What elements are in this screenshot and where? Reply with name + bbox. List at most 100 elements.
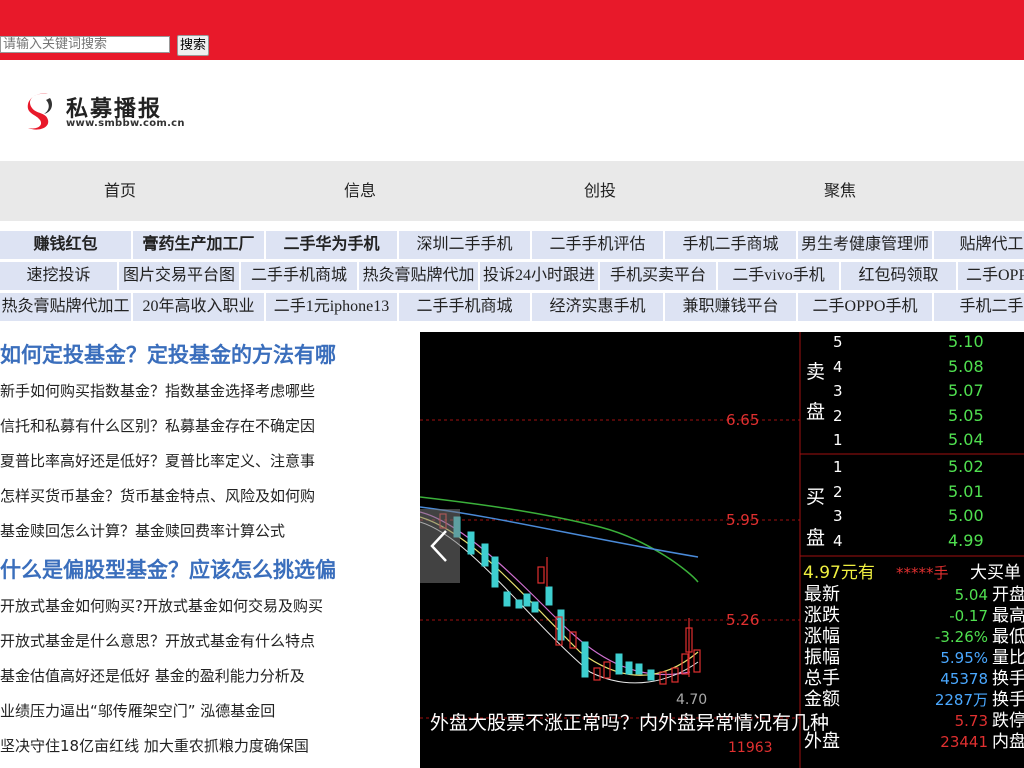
nav-item-venture[interactable]: 创投 [480,161,720,221]
stat-value: 5.73 [955,712,988,730]
article-link[interactable]: 新手如何购买指数基金？指数基金选择考虑哪些 [0,380,410,401]
chart-low-label: 4.70 [676,692,707,708]
nav-item-info[interactable]: 信息 [240,161,480,221]
trade-tail: 大买单 [970,563,1021,583]
nav-item-focus[interactable]: 聚焦 [720,161,960,221]
main-nav: 首页 信息 创投 聚焦 [0,161,1024,221]
sell-level-number: 3 [833,382,843,400]
article-link[interactable]: 怎样买货币基金？货币基金特点、风险及如何购 [0,485,410,506]
keyword-link[interactable]: 二手vivo手机 [718,262,839,290]
buy-price: 5.02 [948,457,984,476]
stat-tail: 开盘 [992,585,1024,605]
search-button[interactable]: 搜索 [177,35,210,56]
keyword-link[interactable]: 投诉24小时跟进 [480,262,598,290]
keyword-link[interactable]: 手机买卖平台 [600,262,716,290]
chevron-left-icon [430,530,447,562]
stat-value: 45378 [940,670,988,688]
keyword-link[interactable]: 手机二手商城 [665,231,796,259]
keyword-link[interactable]: 二手OPP [958,262,1024,290]
keyword-link[interactable]: 深圳二手手机 [399,231,530,259]
slideshow-prev-button[interactable] [420,509,460,583]
logo-url: www.smbbw.com.cn [66,118,185,129]
stat-label: 金额 [804,689,840,710]
article-link[interactable]: 基金估值高好还是低好 基金的盈利能力分析及 [0,665,410,686]
stat-label: 涨跌 [804,605,840,626]
keyword-row-1: 赚钱红包 膏药生产加工厂 二手华为手机 深圳二手手机 二手手机评估 手机二手商城… [0,231,1024,259]
keyword-row-3: 热灸膏贴牌代加工 20年高收入职业 二手1元iphone13 二手手机商城 经济… [0,293,1024,321]
keyword-link[interactable]: 速挖投诉 [0,262,117,290]
keyword-link[interactable]: 二手手机商城 [399,293,530,321]
keyword-link[interactable]: 20年高收入职业 [133,293,264,321]
stat-label: 最新 [804,584,840,605]
stat-value: -3.26% [935,628,988,646]
nav-item-home[interactable]: 首页 [0,161,240,221]
stat-label: 振幅 [804,647,840,668]
buy-level-number: 1 [833,458,843,476]
article-link[interactable]: 夏普比率高好还是低好？夏普比率定义、注意事 [0,450,410,471]
chart-price-label: 6.65 [726,411,759,429]
keyword-link[interactable]: 二手OPPO手机 [798,293,932,321]
stat-tail: 换手 [992,690,1024,710]
trade-price: 4.97元有 [803,563,875,583]
sell-level-number: 4 [833,358,843,376]
article-link[interactable]: 信托和私募有什么区别？私募基金存在不确定因 [0,415,410,436]
buy-price: 5.01 [948,482,984,501]
keyword-link[interactable]: 男生考健康管理师 [798,231,932,259]
trade-volume: *****手 [896,564,949,582]
keyword-link[interactable]: 二手1元iphone13 [266,293,397,321]
stat-tail: 内盘 [992,732,1024,752]
article-link[interactable]: 开放式基金是什么意思？开放式基金有什么特点 [0,630,410,651]
keyword-link[interactable]: 二手手机评估 [532,231,663,259]
logo-s-icon [27,93,52,130]
keyword-link[interactable]: 贴牌代工膏 [934,231,1024,259]
keyword-link[interactable]: 热灸膏贴牌代加 [359,262,478,290]
chart-price-label: 5.26 [726,611,759,629]
stat-tail: 量比 [992,648,1024,668]
article-headline[interactable]: 如何定投基金？定投基金的方法有哪 [0,339,410,369]
sell-label: 卖 [806,361,825,383]
keyword-link[interactable]: 红包码领取 [841,262,956,290]
stat-value: 2287万 [935,691,988,709]
search-input[interactable] [0,36,170,53]
sell-price: 5.04 [948,430,984,449]
buy-price: 4.99 [948,531,984,550]
article-headline[interactable]: 什么是偏股型基金？应该怎么挑选偏 [0,554,410,584]
stock-chart-image: 6.65 5.95 5.26 4.70 11963 5 4 3 2 1 卖 盘 … [420,332,1024,768]
keyword-link[interactable]: 图片交易平台图 [119,262,239,290]
article-link[interactable]: 开放式基金如何购买?开放式基金如何交易及购买 [0,595,410,616]
stat-value: 5.95% [940,649,988,667]
keyword-link[interactable]: 经济实惠手机 [532,293,663,321]
stat-value: 23441 [940,733,988,751]
slideshow-caption[interactable]: 外盘大股票不涨正常吗？内外盘异常情况有几种 [430,708,829,735]
article-link[interactable]: 坚决守住18亿亩红线 加大重农抓粮力度确保国 [0,735,410,756]
stat-tail: 最高 [992,606,1024,626]
stat-label: 总手 [804,668,840,689]
stat-label: 涨幅 [804,626,840,647]
chart-volume-label: 11963 [728,740,773,756]
sell-label: 盘 [806,401,825,423]
buy-level-number: 4 [833,532,843,550]
buy-label: 盘 [806,527,825,549]
keyword-link[interactable]: 手机二手市 [934,293,1024,321]
keyword-link[interactable]: 膏药生产加工厂 [133,231,264,259]
stat-tail: 换手 [992,669,1024,689]
sell-price: 5.05 [948,406,984,425]
stat-value: -0.17 [949,607,988,625]
keyword-link[interactable]: 兼职赚钱平台 [665,293,796,321]
keyword-link[interactable]: 二手手机商城 [241,262,357,290]
article-link[interactable]: 基金赎回怎么计算？基金赎回费率计算公式 [0,520,410,541]
slideshow[interactable]: 6.65 5.95 5.26 4.70 11963 5 4 3 2 1 卖 盘 … [420,332,1024,768]
buy-level-number: 3 [833,507,843,525]
keyword-row-2: 速挖投诉 图片交易平台图 二手手机商城 热灸膏贴牌代加 投诉24小时跟进 手机买… [0,262,1024,290]
article-link[interactable]: 业绩压力逼出“邬传雁架空门” 泓德基金回 [0,700,410,721]
stat-tail: 跌停 [992,711,1024,731]
keyword-link[interactable]: 赚钱红包 [0,231,131,259]
sell-level-number: 1 [833,431,843,449]
chart-price-label: 5.95 [726,511,759,529]
sell-level-number: 2 [833,407,843,425]
site-logo[interactable]: 私募播报 www.smbbw.com.cn [24,88,185,134]
keyword-link[interactable]: 热灸膏贴牌代加工 [0,293,131,321]
sell-level-number: 5 [833,333,843,351]
keyword-link[interactable]: 二手华为手机 [266,231,397,259]
stat-value: 5.04 [955,586,988,604]
